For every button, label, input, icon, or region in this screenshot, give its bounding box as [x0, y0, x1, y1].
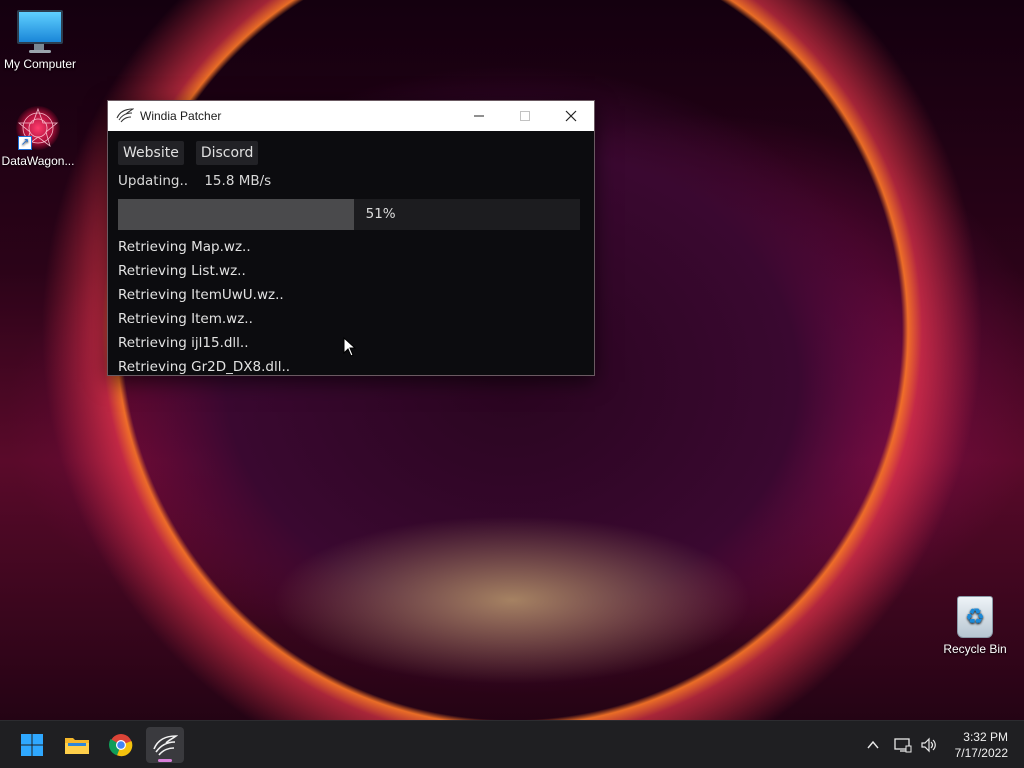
chevron-up-icon[interactable]: [866, 738, 880, 752]
close-icon: [565, 110, 577, 122]
system-tray: [866, 721, 938, 768]
desktop-icon-my-computer[interactable]: My Computer: [0, 10, 80, 71]
log-line: Retrieving ItemUwU.wz..: [118, 287, 284, 303]
desktop-icon-datawagon[interactable]: ↗ DataWagon...: [0, 106, 78, 168]
monitor-icon: [17, 10, 63, 50]
minimize-button[interactable]: [456, 101, 502, 131]
chrome-button[interactable]: [102, 727, 140, 763]
wing-icon: [116, 108, 134, 123]
desktop-icon-label: Recycle Bin: [943, 642, 1007, 656]
maximize-icon: [520, 111, 530, 121]
window-title: Windia Patcher: [140, 109, 222, 123]
volume-icon[interactable]: [920, 737, 938, 753]
datawagon-icon: ↗: [16, 106, 60, 150]
desktop-icon-recycle-bin[interactable]: ♻ Recycle Bin: [935, 596, 1015, 656]
log-line: Retrieving Map.wz..: [118, 239, 251, 255]
website-button[interactable]: Website: [118, 141, 184, 165]
start-button[interactable]: [13, 727, 51, 763]
status-text: Updating..: [118, 173, 189, 189]
progress-fill: [118, 199, 354, 230]
desktop-icon-label: DataWagon...: [1, 154, 75, 168]
recycle-bin-icon: ♻: [957, 596, 993, 638]
progress-label: 51%: [365, 206, 396, 222]
log-line: Retrieving Gr2D_DX8.dll..: [118, 359, 291, 375]
close-button[interactable]: [548, 101, 594, 131]
network-icon[interactable]: [894, 737, 912, 753]
shortcut-arrow-icon: ↗: [18, 136, 32, 150]
status-line: Updating.. 15.8 MB/s: [118, 173, 584, 193]
start-icon: [21, 734, 43, 756]
minimize-icon: [474, 115, 484, 117]
clock-date: 7/17/2022: [954, 746, 1008, 760]
clock-time: 3:32 PM: [963, 730, 1008, 744]
desktop-icon-label: My Computer: [3, 57, 77, 71]
file-explorer-button[interactable]: [58, 727, 96, 763]
windia-patcher-taskbar-button[interactable]: [146, 727, 184, 763]
patcher-window: Windia Patcher Website Discord Updating.…: [107, 100, 595, 376]
progress-bar: 51%: [118, 199, 580, 230]
log-line: Retrieving Item.wz..: [118, 311, 253, 327]
log-line: Retrieving List.wz..: [118, 263, 246, 279]
download-speed: 15.8 MB/s: [204, 173, 272, 189]
mouse-cursor-icon: [343, 337, 357, 357]
link-bar: Website Discord: [118, 141, 584, 165]
desktop: My Computer ↗ DataWagon... ♻ Recycle Bin: [0, 0, 1024, 768]
discord-button[interactable]: Discord: [195, 141, 259, 165]
windia-patcher-icon: [153, 735, 178, 756]
title-bar[interactable]: Windia Patcher: [108, 101, 594, 131]
taskbar-clock[interactable]: 3:32 PM 7/17/2022: [955, 729, 1008, 761]
file-explorer-icon: [65, 738, 89, 754]
maximize-button[interactable]: [502, 101, 548, 131]
taskbar: 3:32 PM 7/17/2022: [0, 720, 1024, 768]
chrome-icon: [109, 734, 133, 757]
